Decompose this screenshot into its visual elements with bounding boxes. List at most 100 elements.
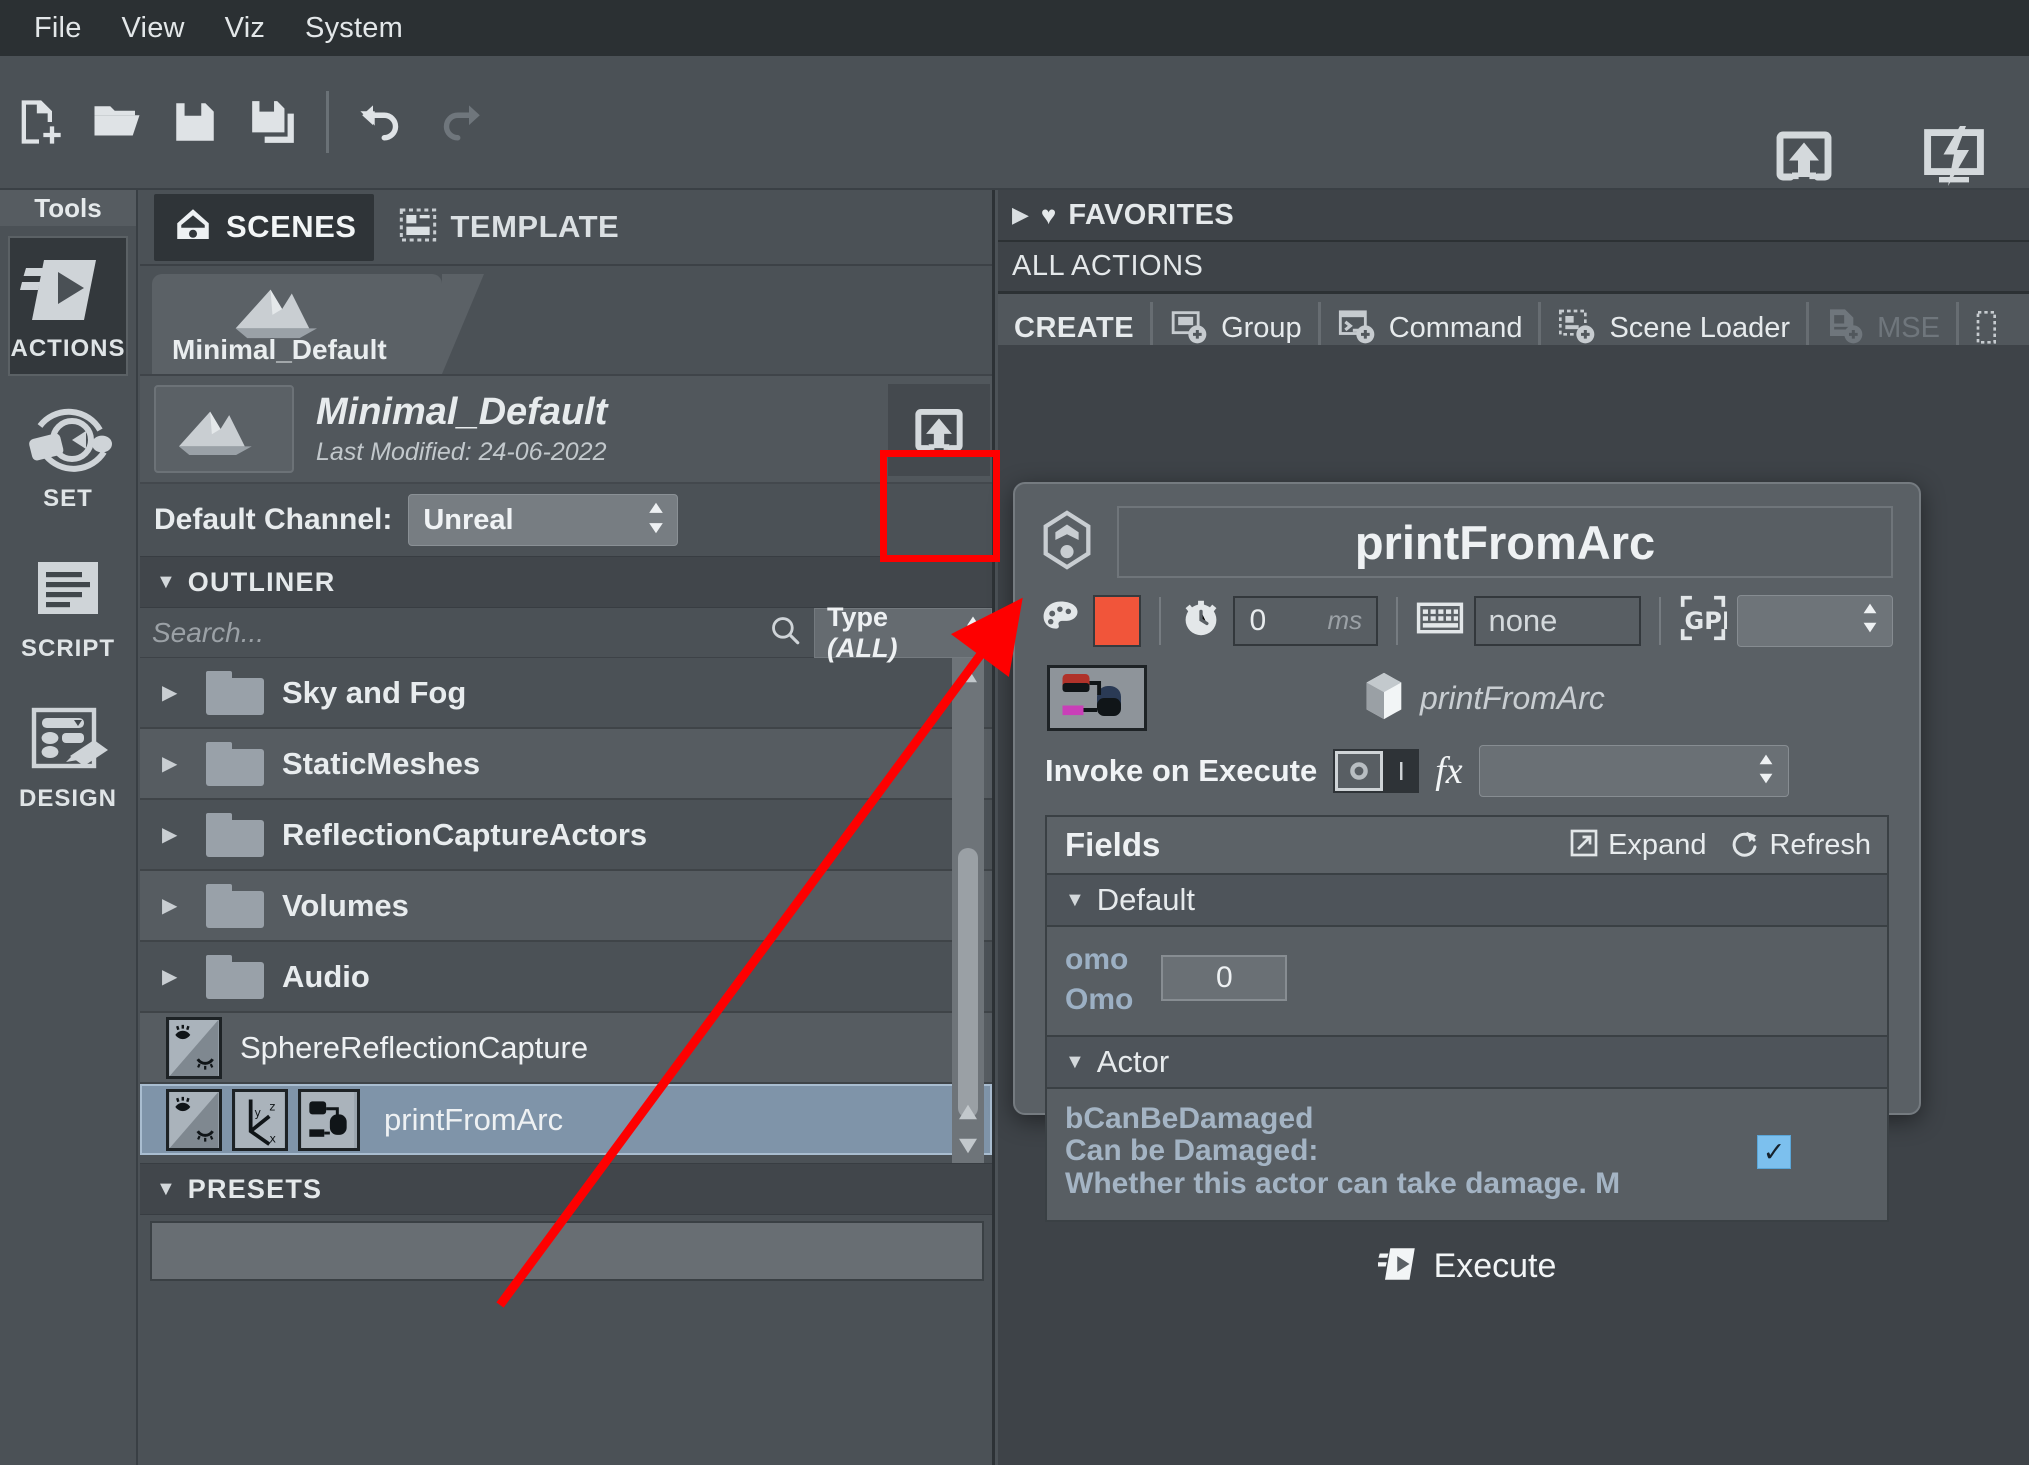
new-file-icon[interactable] [0,77,78,167]
eye-icon[interactable] [166,1088,222,1151]
menu-item-view[interactable]: View [102,8,205,49]
folder-icon [206,670,264,715]
execute-button[interactable]: Execute [1015,1244,1919,1289]
table-row[interactable]: ▶ StaticMeshes [140,729,992,800]
invoke-state-off[interactable] [1335,751,1384,791]
default-channel-row: Default Channel: Unreal [140,482,992,556]
blueprint-icon[interactable] [1047,665,1147,731]
field-value: 0 [1216,961,1233,994]
outliner-row-label: Sky and Fog [282,674,467,710]
cube-icon [1362,671,1406,726]
table-row[interactable]: ▶ Audio [140,942,992,1013]
palette-icon[interactable] [1039,596,1083,645]
tab-scenes[interactable]: SCENES [154,193,375,261]
scroll-up-icon-2[interactable] [952,1095,984,1129]
delay-input[interactable]: 0 ms [1233,595,1379,646]
invoke-state-on[interactable]: I [1383,756,1419,787]
table-row[interactable]: ▶ Sky and Fog [140,658,992,729]
redo-icon[interactable] [421,77,499,167]
scene-detail-modified: Last Modified: 24-06-2022 [316,438,607,466]
outliner-header[interactable]: ▼ OUTLINER [140,556,992,608]
can-be-damaged-checkbox[interactable]: ✓ [1757,1135,1791,1169]
favorites-header[interactable]: ▶ ♥ FAVORITES [998,190,2029,242]
refresh-label: Refresh [1769,828,1871,861]
menu-item-file[interactable]: File [14,8,102,49]
search-placeholder: Search... [152,616,265,648]
tool-set[interactable]: SET [8,386,128,526]
blueprint-icon[interactable] [298,1088,360,1151]
open-folder-icon[interactable] [78,77,156,167]
heart-icon: ♥ [1040,199,1057,230]
all-actions-header: ALL ACTIONS [998,242,2029,294]
dialog-properties-row: 0 ms none GPI [1015,578,1919,647]
outliner-row-label: ReflectionCaptureActors [282,816,648,852]
field-label-primary: bCanBeDamaged [1065,1102,1314,1135]
tool-actions[interactable]: ACTIONS [8,236,128,376]
outliner-scrollbar[interactable] [952,658,984,1163]
table-row[interactable]: ▶ Volumes [140,871,992,942]
tool-label-set: SET [43,485,93,512]
tab-scenes-label: SCENES [226,209,357,244]
stepper-icon [1756,753,1776,790]
chevron-right-icon[interactable]: ▶ [162,822,188,847]
toolbar-divider [326,91,329,153]
table-row[interactable]: SphereReflectionCapture [140,1013,992,1084]
tab-template[interactable]: TEMPLATE [384,195,633,260]
outliner-type-filter[interactable]: Type (ALL) [814,602,992,663]
undo-icon[interactable] [343,77,421,167]
shortcut-value: none [1488,602,1558,638]
field-group-default-header[interactable]: ▼ Default [1047,873,1887,925]
table-row[interactable]: ▶ ReflectionCaptureActors [140,800,992,871]
dialog-node-row: printFromArc [1015,647,1919,731]
scene-card[interactable]: Minimal_Default [152,274,484,374]
tool-label-design: DESIGN [18,785,117,812]
menu-item-system[interactable]: System [285,8,423,49]
save-icon[interactable] [156,77,234,167]
menu-item-viz[interactable]: Viz [205,8,285,49]
field-group-actor-header[interactable]: ▼ Actor [1047,1035,1887,1087]
eye-icon[interactable] [166,1016,222,1079]
divider [1396,596,1399,645]
scenes-icon [172,204,214,251]
field-label-secondary: Can be Damaged: [1065,1134,1319,1168]
expand-button[interactable]: Expand [1569,828,1706,863]
fx-select[interactable] [1478,745,1789,797]
expand-label: Expand [1608,828,1707,861]
field-group-default-label: Default [1096,882,1196,917]
outliner-row-printFromArc[interactable]: y z x printFromArc [140,1084,992,1155]
folder-icon [206,812,264,857]
chevron-right-icon[interactable]: ▶ [162,751,188,776]
axes-icon[interactable]: y z x [232,1088,288,1151]
default-channel-value: Unreal [423,503,514,536]
dialog-name-input[interactable]: printFromArc [1117,506,1893,578]
chevron-right-icon[interactable]: ▶ [1012,202,1029,228]
presets-header[interactable]: ▼ PRESETS [140,1163,992,1215]
field-value-input[interactable]: 0 [1161,955,1288,1001]
field-label-description: Whether this actor can take damage. M [1065,1166,1621,1200]
tool-design[interactable]: DESIGN [8,686,128,826]
chevron-right-icon[interactable]: ▶ [162,680,188,705]
tool-script[interactable]: SCRIPT [8,536,128,676]
outliner-search-input[interactable]: Search... [140,608,814,658]
scene-detail-thumbnail [154,385,294,473]
chevron-right-icon[interactable]: ▶ [162,964,188,989]
create-group-label: Group [1221,312,1302,344]
search-icon [768,613,802,652]
default-channel-select[interactable]: Unreal [408,494,679,546]
scrollbar-thumb[interactable] [958,848,978,1118]
save-as-icon[interactable] [234,77,312,167]
gpi-select[interactable] [1737,594,1893,647]
create-mse-label: MSE [1877,312,1940,344]
invoke-toggle[interactable]: I [1333,749,1420,793]
scroll-up-icon[interactable] [952,658,984,692]
color-swatch[interactable] [1093,594,1142,647]
scroll-down-icon[interactable] [952,1129,984,1163]
shortcut-input[interactable]: none [1474,595,1642,646]
chevron-right-icon[interactable]: ▶ [162,893,188,918]
outliner-search-row: Search... Type (ALL) [140,602,992,663]
field-label-primary: omo [1065,943,1129,976]
stepper-icon [963,615,983,650]
refresh-button[interactable]: Refresh [1730,828,1871,863]
dialog-title: printFromArc [1354,515,1656,569]
chevron-down-icon: ▼ [156,570,176,593]
